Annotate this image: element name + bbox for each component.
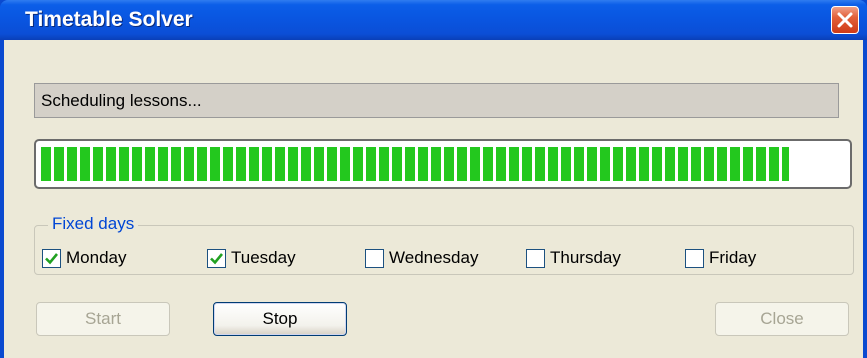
- close-window-button[interactable]: [831, 6, 859, 34]
- window-title: Timetable Solver: [25, 8, 193, 31]
- close-icon: [837, 12, 853, 28]
- close-button[interactable]: Close: [715, 302, 849, 336]
- checkbox-box[interactable]: [526, 248, 545, 268]
- progress-fill: [41, 147, 789, 181]
- checkbox-label: Tuesday: [231, 248, 296, 267]
- status-text: Scheduling lessons...: [34, 83, 839, 118]
- progress-bar: [34, 139, 852, 189]
- start-button[interactable]: Start: [36, 302, 170, 336]
- checkbox-box[interactable]: [207, 248, 226, 268]
- checkbox-label: Monday: [66, 248, 127, 267]
- checkbox-label: Thursday: [550, 248, 621, 267]
- checkbox-friday[interactable]: Friday: [685, 247, 756, 269]
- fixed-days-label: Fixed days: [48, 214, 139, 234]
- checkbox-thursday[interactable]: Thursday: [526, 247, 621, 269]
- checkbox-monday[interactable]: Monday: [42, 247, 126, 269]
- checkbox-label: Friday: [709, 248, 757, 267]
- checkbox-box[interactable]: [42, 248, 61, 268]
- checkbox-wednesday[interactable]: Wednesday: [365, 247, 478, 269]
- dialog-window: Timetable Solver Scheduling lessons... F…: [0, 0, 867, 358]
- checkbox-box[interactable]: [365, 248, 384, 268]
- checkmark-icon: [45, 252, 59, 264]
- stop-button[interactable]: Stop: [213, 302, 347, 336]
- checkbox-label: Wednesday: [389, 248, 479, 267]
- dialog-client-area: Scheduling lessons... Fixed days Monday …: [4, 40, 863, 358]
- checkmark-icon: [210, 252, 224, 264]
- title-bar[interactable]: Timetable Solver: [0, 0, 867, 40]
- checkbox-box[interactable]: [685, 248, 704, 268]
- checkbox-tuesday[interactable]: Tuesday: [207, 247, 296, 269]
